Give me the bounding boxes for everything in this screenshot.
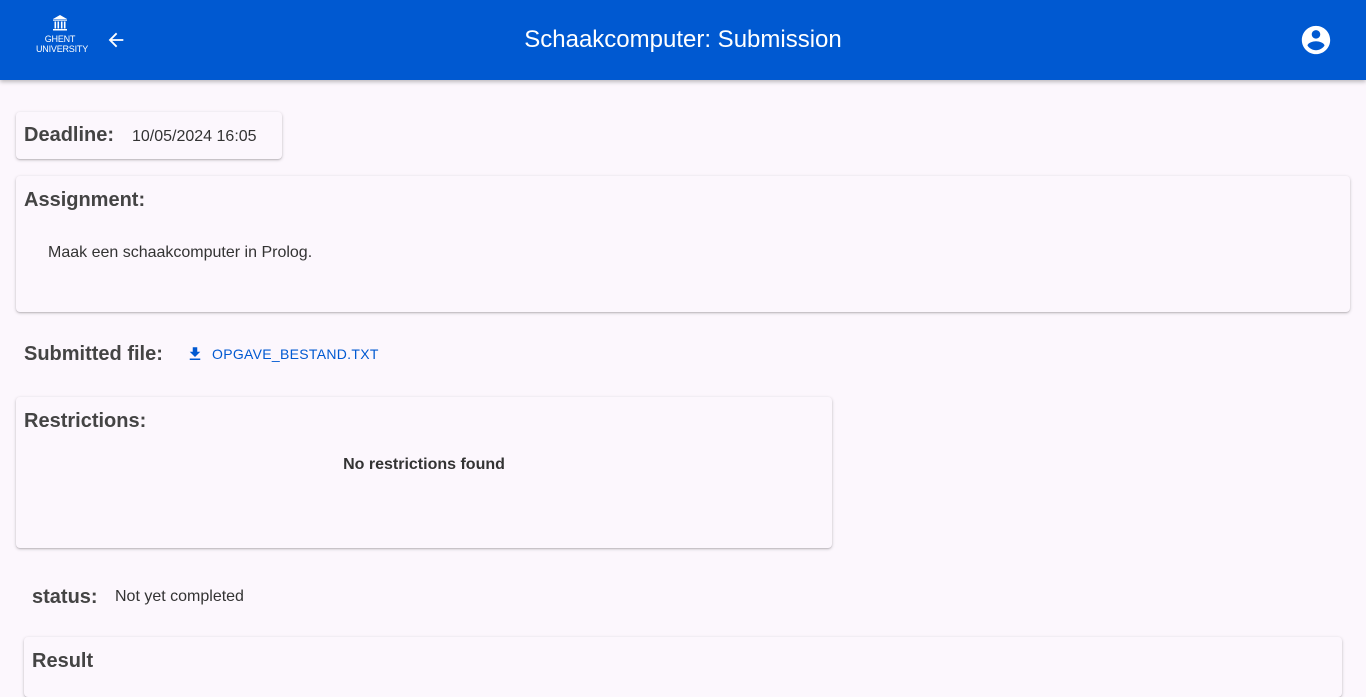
status-value: Not yet completed	[115, 588, 244, 605]
account-button[interactable]	[1298, 22, 1334, 58]
assignment-label: Assignment:	[24, 189, 146, 211]
status-label: status:	[32, 586, 98, 608]
ghent-university-logo[interactable]: GHENT UNIVERSITY	[36, 14, 89, 62]
download-icon	[189, 347, 201, 360]
restrictions-label: Restrictions:	[24, 410, 147, 432]
back-button[interactable]	[100, 24, 132, 56]
assignment-card: Assignment: Maak een schaakcomputer in P…	[16, 176, 1350, 312]
no-restrictions-message: No restrictions found	[343, 456, 505, 473]
arrow-left-icon	[108, 32, 124, 48]
submitted-file-label: Submitted file:	[24, 343, 163, 365]
download-file-button[interactable]: OPGAVE_BESTAND.TXT	[186, 343, 379, 365]
account-circle-icon	[1301, 25, 1331, 55]
university-building-icon	[53, 15, 67, 31]
logo-text-line1: GHENT	[44, 34, 76, 44]
deadline-label: Deadline:	[24, 124, 115, 146]
logo-text-line2: UNIVERSITY	[36, 44, 89, 54]
app-bar: GHENT UNIVERSITY Schaakcomputer: Submiss…	[0, 0, 1366, 80]
page-title: Schaakcomputer: Submission	[524, 26, 842, 53]
submitted-file-name: OPGAVE_BESTAND.TXT	[212, 346, 379, 362]
assignment-description: Maak een schaakcomputer in Prolog.	[48, 244, 313, 261]
result-label: Result	[32, 650, 94, 672]
deadline-value: 10/05/2024 16:05	[132, 128, 257, 145]
result-card: Result	[24, 637, 1342, 697]
restrictions-card: Restrictions: No restrictions found	[16, 397, 832, 548]
deadline-card: Deadline: 10/05/2024 16:05	[16, 112, 282, 159]
